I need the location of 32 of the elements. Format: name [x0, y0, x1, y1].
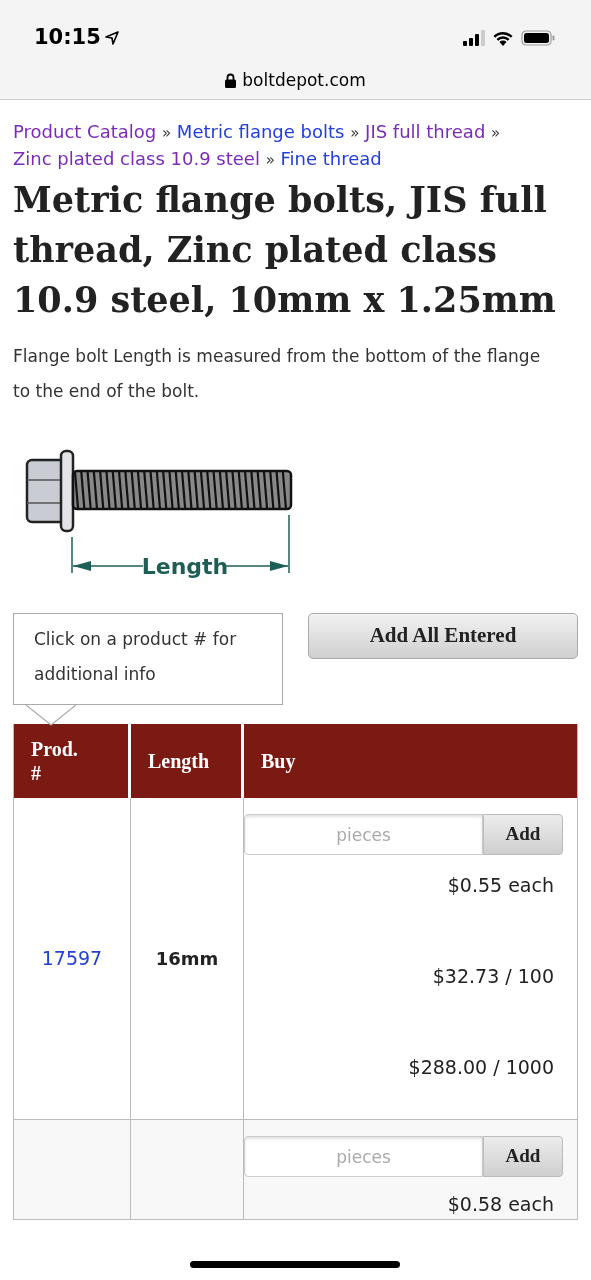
add-all-button[interactable]: Add All Entered	[308, 613, 578, 659]
breadcrumb-separator: »	[350, 124, 360, 142]
battery-icon	[521, 29, 555, 46]
lock-icon	[225, 72, 237, 88]
url-text[interactable]: boltdepot.com	[242, 67, 366, 93]
wifi-icon	[492, 29, 514, 46]
tooltip-text: Click on a product # for additional info	[34, 629, 237, 684]
breadcrumb-link[interactable]: Product Catalog	[13, 121, 157, 142]
price-text: $32.73 / 100	[432, 964, 554, 988]
breadcrumb-separator: »	[265, 151, 275, 169]
price-text: $0.55 each	[447, 873, 554, 897]
description-text: Flange bolt Length is measured from the bottom of the flange to the end of the bolt.	[13, 345, 542, 403]
add-button[interactable]: Add	[483, 1136, 563, 1177]
add-button[interactable]: Add	[483, 814, 563, 855]
signal-icon	[463, 29, 485, 46]
breadcrumb-separator: »	[491, 124, 501, 142]
clock-text: 10:15	[34, 24, 101, 51]
page-title: Metric flange bolts, JIS full thread, Zinc plated class 10.9 steel, 10mm x 1.25mm	[13, 178, 557, 322]
breadcrumb-link[interactable]: Fine thread	[280, 148, 382, 169]
breadcrumb-link[interactable]: JIS full thread	[365, 121, 486, 142]
quantity-field[interactable]: pieces	[244, 1136, 483, 1177]
breadcrumb-separator: »	[161, 124, 172, 142]
product-link[interactable]: 17597	[41, 944, 103, 973]
breadcrumb-link[interactable]: Metric flange bolts	[176, 121, 345, 142]
price-text: $288.00 / 1000	[408, 1055, 554, 1079]
breadcrumb-link[interactable]: Zinc plated class 10.9 steel	[13, 148, 260, 169]
length-label: Length	[141, 554, 229, 579]
quantity-field[interactable]: pieces	[244, 814, 483, 855]
price-text: $0.58 each	[447, 1192, 554, 1216]
column-header: Buy	[260, 749, 297, 775]
length-cell-text: 16mm	[155, 947, 219, 971]
location-arrow-icon	[104, 30, 119, 45]
